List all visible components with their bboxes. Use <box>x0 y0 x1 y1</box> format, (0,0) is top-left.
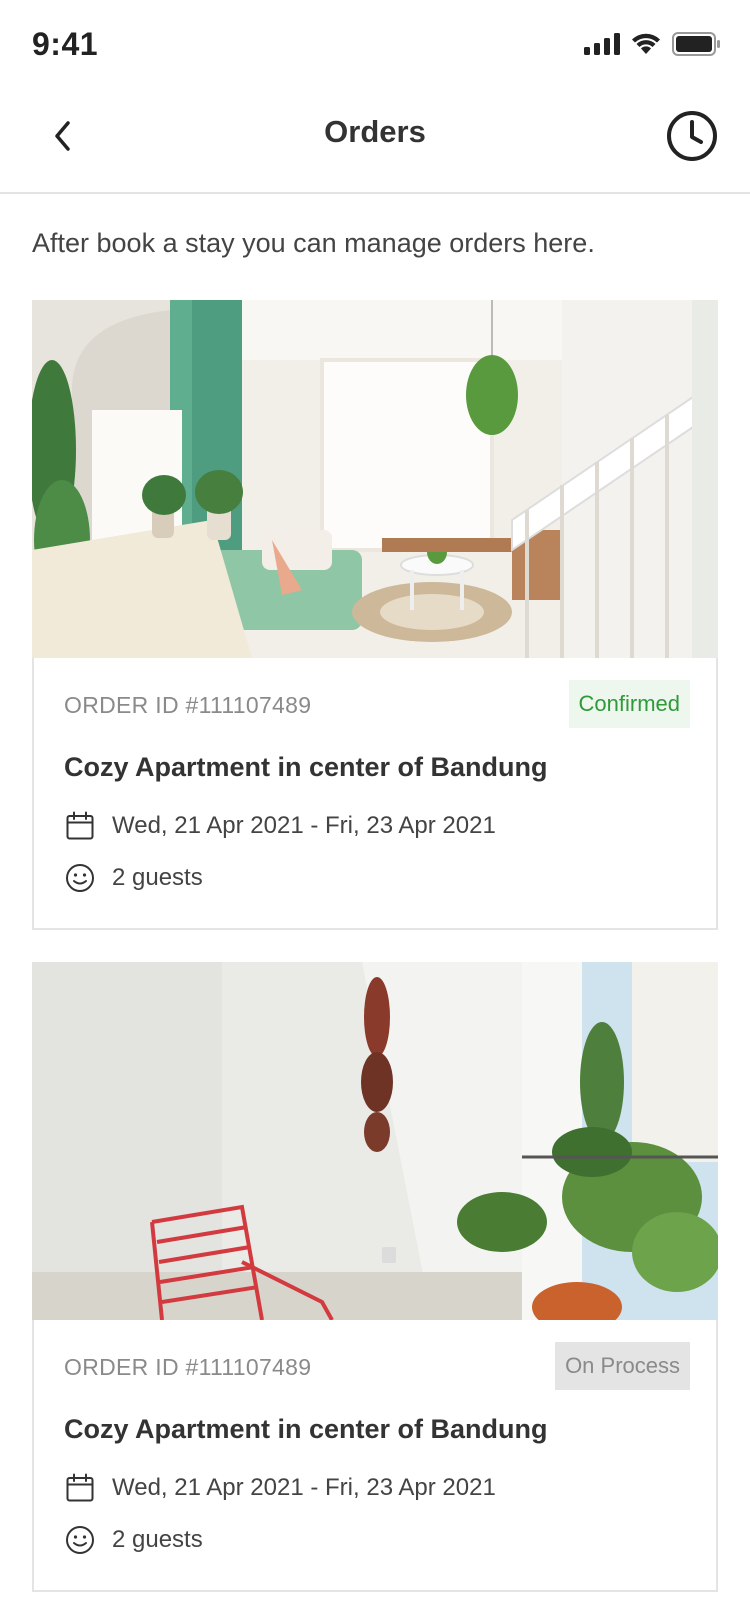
guests-row: 2 guests <box>64 862 203 894</box>
guest-count: 2 guests <box>112 1526 203 1553</box>
status-time: 9:41 <box>32 26 99 62</box>
wifi-icon <box>632 33 660 54</box>
date-range: Wed, 21 Apr 2021 - Fri, 23 Apr 2021 <box>112 812 496 839</box>
clock-icon <box>667 111 717 161</box>
guests-row: 2 guests <box>64 1524 203 1556</box>
status-badge: Confirmed <box>568 680 690 728</box>
property-photo <box>32 962 718 1320</box>
intro-text: After book a stay you can manage orders … <box>32 228 595 258</box>
guest-count: 2 guests <box>112 864 203 891</box>
smile-icon <box>64 862 96 894</box>
page-title: Orders <box>324 114 426 149</box>
status-icons <box>584 32 720 56</box>
date-range: Wed, 21 Apr 2021 - Fri, 23 Apr 2021 <box>112 1474 496 1501</box>
property-photo <box>32 300 718 658</box>
calendar-icon <box>64 1472 96 1504</box>
date-row: Wed, 21 Apr 2021 - Fri, 23 Apr 2021 <box>64 810 496 842</box>
property-name: Cozy Apartment in center of Bandung <box>64 752 548 782</box>
order-id: ORDER ID #111107489 <box>64 1354 312 1380</box>
status-badge: On Process <box>555 1342 690 1390</box>
order-card[interactable]: ORDER ID #111107489 Confirmed Cozy Apart… <box>32 300 718 930</box>
smile-icon <box>64 1524 96 1556</box>
date-row: Wed, 21 Apr 2021 - Fri, 23 Apr 2021 <box>64 1472 496 1504</box>
history-button[interactable] <box>664 108 720 164</box>
calendar-icon <box>64 810 96 842</box>
order-card[interactable]: ORDER ID #111107489 On Process Cozy Apar… <box>32 962 718 1592</box>
signal-icon <box>584 33 620 55</box>
nav-bar: Orders <box>0 90 750 194</box>
battery-icon <box>672 32 720 56</box>
status-bar: 9:41 <box>0 0 750 90</box>
property-name: Cozy Apartment in center of Bandung <box>64 1414 548 1444</box>
order-id: ORDER ID #111107489 <box>64 692 312 718</box>
